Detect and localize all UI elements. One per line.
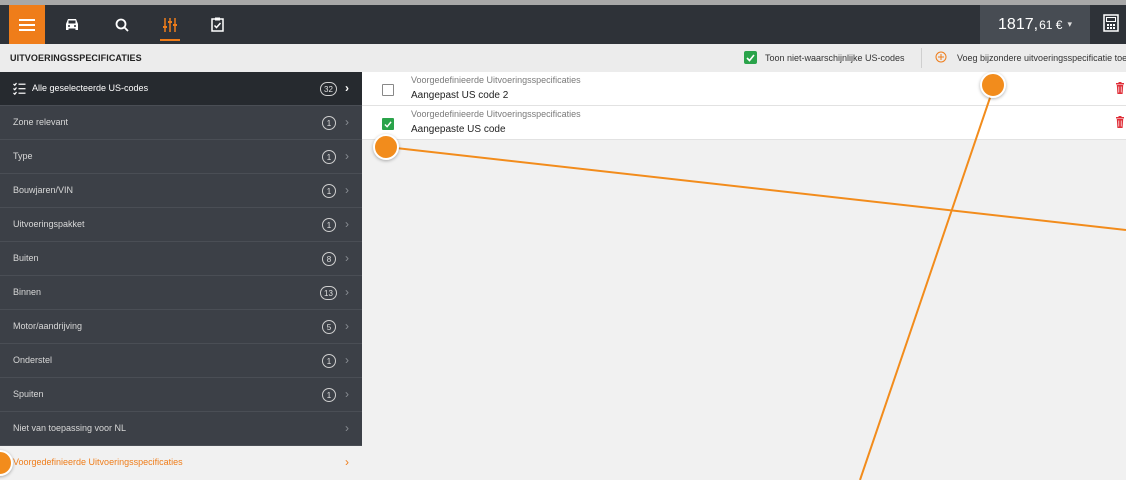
menu-icon	[19, 18, 35, 31]
add-circle-icon[interactable]	[935, 51, 947, 63]
vehicle-button[interactable]	[54, 5, 90, 44]
sidebar-item-zone-relevant[interactable]: Zone relevant 1 ›	[0, 106, 362, 140]
item-category: Voorgedefinieerde Uitvoeringsspecificati…	[411, 109, 581, 119]
price-dropdown[interactable]: 1817, 61 € ▾	[980, 5, 1090, 44]
sidebar-item-onderstel[interactable]: Onderstel 1 ›	[0, 344, 362, 378]
add-special-spec-button[interactable]: Voeg bijzondere uitvoeringsspecificatie …	[957, 53, 1126, 63]
chevron-right-icon: ›	[345, 353, 349, 367]
chevron-right-icon: ›	[345, 183, 349, 197]
sidebar-item-bouwjaren-vin[interactable]: Bouwjaren/VIN 1 ›	[0, 174, 362, 208]
spec-list-panel: Voorgedefinieerde Uitvoeringsspecificati…	[362, 72, 1126, 480]
sidebar-item-label: Alle geselecteerde US-codes	[32, 83, 149, 93]
count-badge: 1	[322, 218, 336, 232]
count-badge: 32	[320, 82, 337, 96]
app-window: 1817, 61 € ▾ UITVOERINGSSPECIFICATIES Toon…	[0, 0, 1126, 480]
chevron-right-icon: ›	[345, 81, 349, 95]
sidebar-item-buiten[interactable]: Buiten 8 ›	[0, 242, 362, 276]
tutorial-hotspot[interactable]	[980, 72, 1006, 98]
search-icon	[115, 18, 129, 32]
item-category: Voorgedefinieerde Uitvoeringsspecificati…	[411, 75, 581, 85]
menu-button[interactable]	[9, 5, 45, 44]
count-badge: 1	[322, 150, 336, 164]
checklist-button[interactable]	[199, 5, 235, 44]
sidebar-item-label: Uitvoeringspakket	[13, 219, 85, 229]
calculator-button[interactable]	[1103, 14, 1123, 34]
show-unlikely-codes-checkbox[interactable]	[744, 51, 757, 64]
chevron-right-icon: ›	[345, 217, 349, 231]
chevron-right-icon: ›	[345, 319, 349, 333]
calculator-icon	[1103, 14, 1119, 32]
count-badge: 13	[320, 286, 337, 300]
sidebar-item-motor-aandrijving[interactable]: Motor/aandrijving 5 ›	[0, 310, 362, 344]
divider	[921, 48, 922, 68]
car-icon	[66, 19, 78, 30]
page-title: UITVOERINGSSPECIFICATIES	[10, 53, 142, 63]
count-badge: 1	[322, 354, 336, 368]
count-badge: 5	[322, 320, 336, 334]
tutorial-hotspot[interactable]	[373, 134, 399, 160]
chevron-right-icon: ›	[345, 251, 349, 265]
show-unlikely-codes-label[interactable]: Toon niet-waarschijnlijke US-codes	[765, 53, 905, 63]
chevron-right-icon: ›	[345, 421, 349, 435]
sidebar-item-label: Spuiten	[13, 389, 44, 399]
sidebar-item-all-selected[interactable]: Alle geselecteerde US-codes 32 ›	[0, 72, 362, 106]
count-badge: 1	[322, 184, 336, 198]
list-check-icon	[13, 82, 26, 95]
sidebar-item-label: Zone relevant	[13, 117, 69, 127]
sidebar-item-label: Bouwjaren/VIN	[13, 185, 74, 195]
sidebar-item-binnen[interactable]: Binnen 13 ›	[0, 276, 362, 310]
checkmark-icon	[384, 120, 392, 128]
sidebar-item-label: Voorgedefinieerde Uitvoeringsspecificati…	[13, 457, 183, 467]
specifications-tab-button[interactable]	[152, 5, 188, 44]
item-name: Aangepaste US code	[411, 124, 506, 135]
chevron-down-icon: ▾	[1067, 19, 1072, 29]
list-item[interactable]: Voorgedefinieerde Uitvoeringsspecificati…	[362, 72, 1126, 106]
row-checkbox[interactable]	[382, 84, 394, 96]
sidebar-item-spuiten[interactable]: Spuiten 1 ›	[0, 378, 362, 412]
sidebar-item-niet-van-toepassing[interactable]: Niet van toepassing voor NL ›	[0, 412, 362, 446]
sidebar-item-label: Binnen	[13, 287, 42, 297]
sidebar: Alle geselecteerde US-codes 32 › Zone re…	[0, 72, 362, 480]
chevron-right-icon: ›	[345, 387, 349, 401]
count-badge: 1	[322, 388, 336, 402]
count-badge: 1	[322, 116, 336, 130]
section-header-bar: UITVOERINGSSPECIFICATIES Toon niet-waars…	[0, 44, 1126, 73]
equalizer-icon	[163, 17, 177, 32]
sidebar-item-label: Onderstel	[13, 355, 53, 365]
checkmark-icon	[746, 53, 755, 62]
sidebar-item-type[interactable]: Type 1 ›	[0, 140, 362, 174]
price-decimal: 61 €	[1039, 17, 1063, 32]
sidebar-item-predefined-specs[interactable]: Voorgedefinieerde Uitvoeringsspecificati…	[0, 446, 362, 480]
sidebar-item-uitvoeringspakket[interactable]: Uitvoeringspakket 1 ›	[0, 208, 362, 242]
chevron-right-icon: ›	[345, 149, 349, 163]
sidebar-item-label: Motor/aandrijving	[13, 321, 83, 331]
price-value: 1817,	[998, 15, 1039, 33]
row-checkbox[interactable]	[382, 118, 394, 130]
chevron-right-icon: ›	[345, 455, 349, 469]
trash-icon[interactable]	[1115, 116, 1125, 128]
list-item[interactable]: Voorgedefinieerde Uitvoeringsspecificati…	[362, 106, 1126, 140]
item-name: Aangepast US code 2	[411, 90, 509, 101]
sidebar-item-label: Type	[13, 151, 33, 161]
top-toolbar: 1817, 61 € ▾	[0, 5, 1126, 44]
clipboard-icon	[210, 17, 224, 32]
chevron-right-icon: ›	[345, 115, 349, 129]
trash-icon[interactable]	[1115, 82, 1125, 94]
chevron-right-icon: ›	[345, 285, 349, 299]
sidebar-item-label: Niet van toepassing voor NL	[13, 423, 127, 433]
search-button[interactable]	[104, 5, 140, 44]
sidebar-item-label: Buiten	[13, 253, 39, 263]
count-badge: 8	[322, 252, 336, 266]
